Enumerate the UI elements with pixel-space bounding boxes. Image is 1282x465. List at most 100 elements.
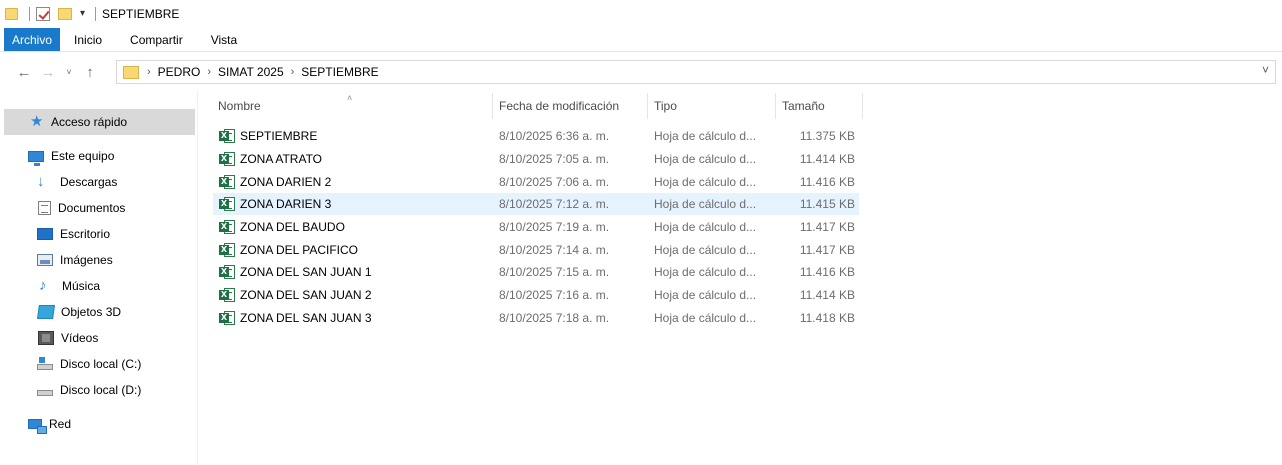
- excel-file-icon: X: [219, 128, 235, 144]
- file-name: ZONA DARIEN 2: [240, 175, 332, 189]
- file-type: Hoja de cálculo d...: [654, 243, 757, 257]
- column-header-size[interactable]: Tamaño: [776, 93, 862, 119]
- nav-item-acceso-rapido[interactable]: ★ Acceso rápido: [4, 109, 195, 135]
- column-header-name[interactable]: Nombre: [212, 93, 492, 119]
- excel-file-icon: X: [219, 219, 235, 235]
- drive-c-icon: [37, 357, 53, 370]
- nav-item-red[interactable]: Red: [0, 411, 196, 437]
- nav-item-imagenes[interactable]: Imágenes: [0, 247, 196, 273]
- nav-item-musica[interactable]: ♪ Música: [0, 273, 196, 299]
- nav-item-label: Vídeos: [61, 331, 99, 345]
- nav-item-label: Descargas: [60, 175, 118, 189]
- file-type: Hoja de cálculo d...: [654, 311, 757, 325]
- nav-item-descargas[interactable]: ↓ Descargas: [0, 169, 196, 195]
- up-arrow-icon[interactable]: ↑: [78, 64, 102, 81]
- ribbon-tabs: Archivo Inicio Compartir Vista: [0, 28, 1282, 52]
- nav-item-objetos-3d[interactable]: Objetos 3D: [0, 299, 196, 325]
- nav-item-documentos[interactable]: Documentos: [0, 195, 196, 221]
- recent-locations-chevron-icon[interactable]: ˅: [60, 67, 78, 77]
- file-row-hovered[interactable]: X ZONA DARIEN 3 8/10/2025 7:12 a. m. Hoja…: [213, 193, 859, 215]
- file-size: 11.416 KB: [799, 265, 855, 279]
- excel-badge: X: [219, 245, 229, 255]
- quick-access-dropdown-icon[interactable]: ▾: [80, 9, 85, 19]
- excel-badge: X: [219, 267, 229, 277]
- new-folder-icon[interactable]: [58, 8, 72, 20]
- tab-inicio[interactable]: Inicio: [60, 28, 116, 51]
- file-name: ZONA DEL PACIFICO: [240, 243, 359, 257]
- address-dropdown-chevron-icon[interactable]: ˅: [1262, 63, 1269, 77]
- properties-check-icon[interactable]: [36, 7, 50, 21]
- file-size: 11.418 KB: [799, 311, 855, 325]
- file-name-cell: X SEPTIEMBRE: [219, 125, 317, 147]
- file-date: 8/10/2025 7:18 a. m.: [499, 311, 610, 325]
- file-type: Hoja de cálculo d...: [654, 129, 757, 143]
- file-type: Hoja de cálculo d...: [654, 175, 757, 189]
- file-name-cell: X ZONA DEL PACIFICO: [219, 239, 358, 261]
- file-date: 8/10/2025 7:19 a. m.: [499, 220, 610, 234]
- file-type: Hoja de cálculo d...: [654, 220, 757, 234]
- excel-badge: X: [219, 222, 229, 232]
- file-size: 11.417 KB: [799, 243, 855, 257]
- window-title: SEPTIEMBRE: [102, 7, 180, 21]
- breadcrumb-chevron-icon[interactable]: ›: [207, 66, 211, 78]
- address-row: ← → ˅ ↑ › PEDRO › SIMAT 2025 › SEPTIEMBR…: [0, 57, 1282, 87]
- file-row[interactable]: X ZONA DEL SAN JUAN 1 8/10/2025 7:15 a. m…: [213, 261, 859, 283]
- file-name-cell: X ZONA DEL SAN JUAN 1: [219, 261, 372, 283]
- nav-item-escritorio[interactable]: Escritorio: [0, 221, 196, 247]
- file-name: ZONA DEL SAN JUAN 2: [240, 288, 372, 302]
- breadcrumb-pedro[interactable]: PEDRO: [158, 65, 201, 79]
- address-bar[interactable]: › PEDRO › SIMAT 2025 › SEPTIEMBRE ˅: [116, 60, 1276, 84]
- excel-badge: X: [219, 131, 229, 141]
- excel-file-icon: X: [219, 174, 235, 190]
- breadcrumb-simat-2025[interactable]: SIMAT 2025: [218, 65, 284, 79]
- file-size: 11.416 KB: [799, 175, 855, 189]
- file-name: ZONA ATRATO: [240, 152, 323, 166]
- forward-arrow-icon[interactable]: →: [36, 64, 60, 81]
- excel-badge: X: [219, 199, 229, 209]
- tab-compartir[interactable]: Compartir: [116, 28, 197, 51]
- excel-badge: X: [219, 154, 229, 164]
- column-header-type[interactable]: Tipo: [648, 93, 775, 119]
- file-row[interactable]: X ZONA DARIEN 2 8/10/2025 7:06 a. m. Hoja…: [213, 171, 859, 193]
- file-size: 11.415 KB: [799, 197, 855, 211]
- file-name-cell: X ZONA DARIEN 3: [219, 193, 331, 215]
- nav-item-disco-d[interactable]: Disco local (D:): [0, 377, 196, 403]
- nav-item-este-equipo[interactable]: Este equipo: [0, 143, 196, 169]
- file-row[interactable]: X SEPTIEMBRE 8/10/2025 6:36 a. m. Hoja de…: [213, 125, 859, 147]
- excel-file-icon: X: [219, 242, 235, 258]
- nav-item-label: Música: [62, 279, 101, 293]
- breadcrumb-chevron-icon[interactable]: ›: [147, 66, 151, 78]
- file-size: 11.417 KB: [799, 220, 855, 234]
- breadcrumb-septiembre[interactable]: SEPTIEMBRE: [301, 65, 378, 79]
- folder-icon: [123, 65, 139, 79]
- nav-item-label: Este equipo: [51, 149, 115, 163]
- column-header-date[interactable]: Fecha de modificación: [493, 93, 647, 119]
- back-arrow-icon[interactable]: ←: [12, 64, 36, 81]
- excel-file-icon: X: [219, 310, 235, 326]
- tab-vista[interactable]: Vista: [197, 28, 251, 51]
- file-row[interactable]: X ZONA DEL PACIFICO 8/10/2025 7:14 a. m. …: [213, 239, 859, 261]
- file-row[interactable]: X ZONA DEL BAUDO 8/10/2025 7:19 a. m. Hoj…: [213, 216, 859, 238]
- file-date: 8/10/2025 7:14 a. m.: [499, 243, 610, 257]
- excel-badge: X: [219, 313, 229, 323]
- file-row[interactable]: X ZONA ATRATO 8/10/2025 7:05 a. m. Hoja d…: [213, 148, 859, 170]
- tab-archivo[interactable]: Archivo: [4, 28, 61, 51]
- nav-item-label: Acceso rápido: [51, 115, 128, 129]
- excel-file-icon: X: [219, 264, 235, 280]
- file-row[interactable]: X ZONA DEL SAN JUAN 2 8/10/2025 7:16 a. m…: [213, 284, 859, 306]
- column-divider[interactable]: [862, 93, 863, 119]
- drive-d-icon: [37, 390, 53, 396]
- file-type: Hoja de cálculo d...: [654, 288, 757, 302]
- file-type: Hoja de cálculo d...: [654, 152, 757, 166]
- document-icon: [38, 201, 51, 215]
- nav-item-videos[interactable]: Vídeos: [0, 325, 196, 351]
- file-name-cell: X ZONA DARIEN 2: [219, 171, 331, 193]
- file-name-cell: X ZONA DEL SAN JUAN 3: [219, 307, 372, 329]
- excel-file-icon: X: [219, 196, 235, 212]
- breadcrumb-chevron-icon[interactable]: ›: [291, 66, 295, 78]
- music-icon: ♪: [39, 277, 47, 294]
- toolbar-divider: [29, 7, 30, 21]
- file-row[interactable]: X ZONA DEL SAN JUAN 3 8/10/2025 7:18 a. m…: [213, 307, 859, 329]
- nav-item-disco-c[interactable]: Disco local (C:): [0, 351, 196, 377]
- excel-badge: X: [219, 177, 229, 187]
